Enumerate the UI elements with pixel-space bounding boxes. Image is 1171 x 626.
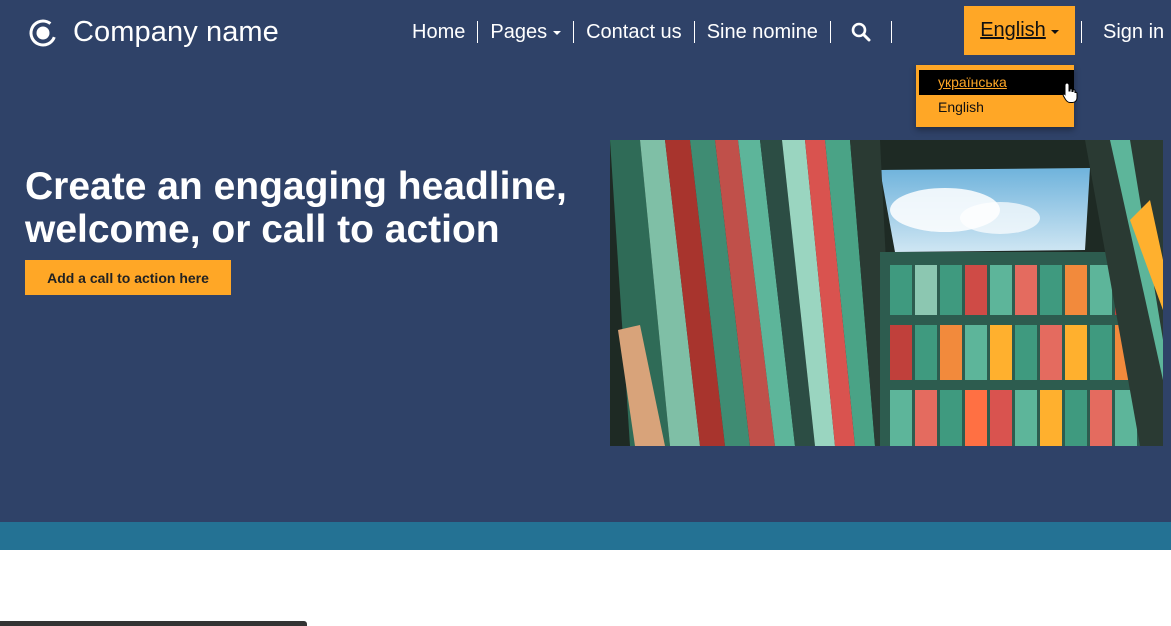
language-selector-label: English — [980, 19, 1046, 41]
language-option-ukrainian[interactable]: українська — [919, 70, 1074, 95]
search-button[interactable] — [831, 22, 891, 42]
nav-home[interactable]: Home — [400, 21, 477, 44]
accent-band — [0, 522, 1171, 550]
main-nav: Home Pages Contact us Sine nomine — [400, 0, 892, 64]
nav-pages-label: Pages — [490, 20, 548, 43]
language-dropdown-menu: українська English — [916, 65, 1074, 127]
hero-headline-line-2: welcome, or call to action — [25, 208, 500, 251]
sign-in-link[interactable]: Sign in — [1091, 0, 1171, 64]
search-icon — [851, 22, 871, 42]
top-navbar: Company name Home Pages Contact us Sine … — [0, 0, 1171, 64]
hero-section: Create an engaging headline, welcome, or… — [0, 64, 1171, 522]
building-illustration — [610, 140, 1163, 446]
nav-divider — [1081, 21, 1082, 43]
brand-name: Company name — [73, 16, 279, 48]
nav-contact[interactable]: Contact us — [574, 21, 694, 44]
nav-sine-label: Sine nomine — [706, 20, 818, 43]
language-option-english[interactable]: English — [916, 95, 1074, 120]
colorful-building-image — [610, 140, 1163, 446]
cta-button[interactable]: Add a call to action here — [25, 260, 231, 295]
brand[interactable]: Company name — [28, 16, 279, 49]
caret-down-icon — [1050, 29, 1059, 34]
hand-pointer-cursor-icon — [1062, 82, 1078, 103]
hero-headline: Create an engaging headline, welcome, or… — [25, 165, 595, 251]
bottom-panel-edge — [0, 621, 307, 626]
nav-home-label: Home — [412, 20, 466, 43]
sign-in-label: Sign in — [1103, 20, 1165, 43]
nav-contact-label: Contact us — [586, 20, 682, 43]
caret-down-icon — [553, 31, 562, 35]
nav-pages[interactable]: Pages — [478, 21, 573, 44]
nav-divider — [890, 21, 892, 43]
hero-headline-line-1: Create an engaging headline, — [25, 165, 567, 208]
circle-logo-icon — [29, 19, 57, 46]
nav-sine-nomine[interactable]: Sine nomine — [695, 21, 830, 44]
language-selector-button[interactable]: English — [964, 6, 1075, 55]
